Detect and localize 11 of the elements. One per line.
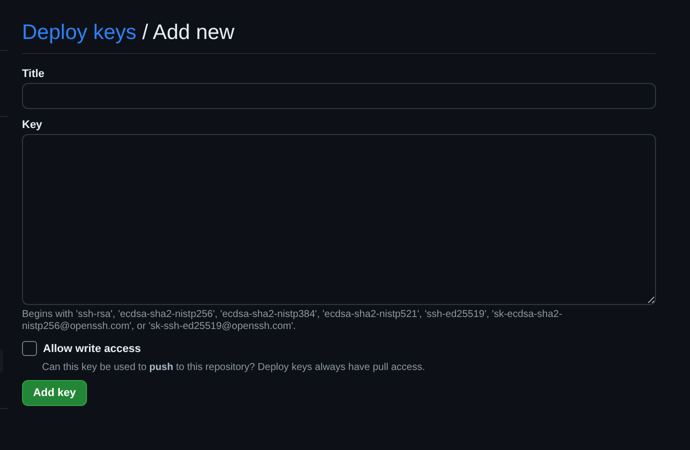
- field-label: Title: [22, 68, 46, 80]
- field-label: Key: [22, 119, 44, 131]
- write-access-checkbox[interactable]: [22, 341, 37, 356]
- title-field[interactable]: [22, 83, 656, 109]
- key-format-hint: Begins with 'ssh-rsa', 'ecdsa-sha2-nistp256', 'ecdsa-sha2-nistp384', 'ecdsa-sha2-nistp521', 'ssh-ed25519', 'sk-ecdsa-sha2-nistp256@openssh.com', or 'sk-ssh-ed25519@openssh.com'.: [22, 309, 564, 333]
- page-title: / Add new: [142, 21, 234, 44]
- write-access-description: Can this key be used to push to this repository? Deploy keys always have pull access.: [42, 362, 426, 373]
- checkbox-label: Allow write access: [43, 342, 141, 354]
- key-field[interactable]: [22, 134, 656, 305]
- breadcrumb-link[interactable]: Deploy keys: [22, 21, 136, 44]
- add-key-button[interactable]: Add key: [22, 380, 87, 406]
